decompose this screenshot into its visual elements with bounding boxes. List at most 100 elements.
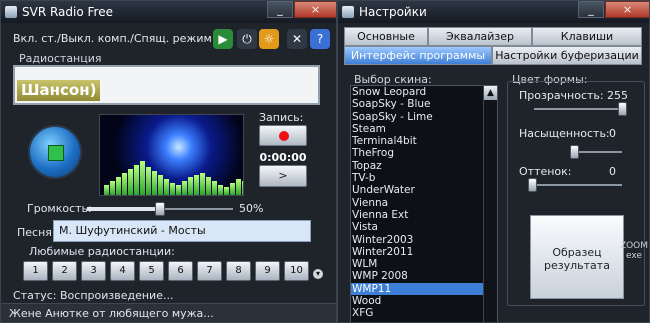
warning-icon[interactable]: ☼ (259, 29, 279, 49)
skin-item[interactable]: WLM (351, 258, 497, 270)
volume-label: Громкость: (27, 202, 92, 215)
favorite-button-3[interactable]: 3 (81, 261, 106, 281)
favorite-button-4[interactable]: 4 (110, 261, 135, 281)
settings-minimize-button[interactable]: _ (578, 1, 604, 18)
tools-icon[interactable]: ✕ (287, 29, 307, 49)
favorite-button-10[interactable]: 10 (284, 261, 309, 281)
bottom-text: Жене Анютке от любящего мужа... (1, 303, 336, 322)
tab-buffering[interactable]: Настройки буферизации (492, 46, 642, 65)
next-button[interactable]: > (259, 165, 307, 187)
visualizer-bar (110, 181, 115, 195)
favorites-row: 1 2 3 4 5 6 7 8 9 10 (23, 261, 309, 281)
visualizer-bar (134, 165, 139, 195)
skin-item[interactable]: Wood (351, 295, 497, 307)
favorite-button-7[interactable]: 7 (197, 261, 222, 281)
record-timer: 0:00:00 (259, 151, 307, 164)
volume-fill (87, 207, 160, 211)
settings-close-button[interactable]: × (605, 1, 649, 18)
saturation-slider[interactable] (570, 145, 622, 159)
skin-item[interactable]: Winter2003 (351, 234, 497, 246)
skins-scrollbar[interactable]: ▲ (483, 86, 497, 322)
scroll-up-icon[interactable]: ▲ (484, 86, 497, 100)
visualizer (99, 114, 244, 196)
skin-item[interactable]: WMP11 (351, 282, 497, 296)
visualizer-bar (116, 177, 121, 195)
volume-thumb[interactable] (155, 202, 165, 216)
favorite-button-9[interactable]: 9 (255, 261, 280, 281)
radio-window: SVR Radio Free _ × Вкл. ст./Выкл. комп./… (0, 0, 337, 323)
hue-slider[interactable] (528, 178, 622, 192)
record-label: Запись: (259, 111, 304, 124)
transparency-label: Прозрачность: (519, 89, 604, 102)
skins-list[interactable]: Snow Leopard SoapSky - Blue SoapSky - Lime… (350, 85, 498, 322)
settings-app-icon (342, 6, 354, 18)
app-icon (5, 6, 17, 18)
tabs-bottom-row: Интерфейс программы Настройки буферизаци… (338, 46, 649, 65)
skin-item[interactable]: Snow Leopard (351, 86, 497, 98)
visualizer-bar (218, 185, 223, 195)
tab-hotkeys[interactable]: Клавиши (532, 27, 642, 46)
skins-items: Snow Leopard SoapSky - Blue SoapSky - Lime… (351, 86, 497, 320)
favorite-button-1[interactable]: 1 (23, 261, 48, 281)
radio-title: SVR Radio Free (22, 5, 113, 19)
record-dot-icon (279, 131, 289, 141)
skin-item[interactable]: WMP 2008 (351, 270, 497, 282)
tab-interface[interactable]: Интерфейс программы (344, 46, 492, 65)
visualizer-bar (104, 185, 109, 195)
skin-item[interactable]: SoapSky - Lime (351, 111, 497, 123)
visualizer-bar (122, 173, 127, 195)
skin-item[interactable]: UnderWater (351, 184, 497, 196)
sample-result-button[interactable]: Образец результата (530, 215, 624, 299)
help-icon[interactable]: ? (310, 29, 330, 49)
visualizer-bar (242, 181, 243, 195)
volume-value: 50% (239, 202, 264, 215)
settings-window: Настройки _ × Основные Эквалайзер Клавиш… (337, 0, 650, 323)
transparency-thumb[interactable] (618, 102, 627, 116)
skin-item[interactable]: Terminal4bit (351, 135, 497, 147)
visualizer-bar (158, 175, 163, 195)
skin-item[interactable]: Steam (351, 123, 497, 135)
status-text: Статус: Воспроизведение... (13, 289, 174, 302)
visualizer-bar (212, 181, 217, 195)
skin-item[interactable]: SoapSky - Blue (351, 98, 497, 110)
favorite-button-6[interactable]: 6 (168, 261, 193, 281)
transparency-slider[interactable] (534, 102, 627, 116)
saturation-thumb[interactable] (570, 145, 579, 159)
skin-item[interactable]: TV-b (351, 172, 497, 184)
minimize-button[interactable]: _ (267, 1, 293, 18)
tab-basic[interactable]: Основные (344, 27, 428, 46)
skin-item[interactable]: Vista (351, 221, 497, 233)
favorite-button-2[interactable]: 2 (52, 261, 77, 281)
hue-value: 0 (609, 165, 616, 178)
favorite-button-8[interactable]: 8 (226, 261, 251, 281)
favorites-more-button[interactable]: ▾ (313, 269, 323, 279)
stop-icon (48, 145, 64, 161)
close-button[interactable]: × (294, 1, 336, 18)
skin-item[interactable]: Vienna Ext (351, 209, 497, 221)
green-play-icon[interactable]: ▶ (213, 29, 233, 49)
volume-slider[interactable] (87, 202, 233, 216)
power-icon[interactable]: ⏻ (237, 29, 257, 49)
visualizer-bar (224, 187, 229, 195)
visualizer-bar (188, 177, 193, 195)
settings-title: Настройки (359, 5, 427, 19)
favorites-label: Любимые радиостанции: (29, 245, 175, 258)
visualizer-bar (170, 183, 175, 195)
hue-thumb[interactable] (528, 178, 537, 192)
visualizer-bar (176, 185, 181, 195)
visualizer-bar (152, 171, 157, 195)
skin-item[interactable]: XFG (351, 307, 497, 319)
skin-item[interactable]: Winter2011 (351, 246, 497, 258)
favorite-button-5[interactable]: 5 (139, 261, 164, 281)
record-button[interactable] (259, 125, 307, 146)
mode-text: Вкл. ст./Выкл. комп./Спящ. режим (13, 31, 212, 45)
skin-item[interactable]: Vienna (351, 197, 497, 209)
visualizer-bar (140, 161, 145, 195)
song-field[interactable]: М. Шуфутинский - Мосты (53, 220, 311, 242)
stop-play-button[interactable] (28, 125, 82, 179)
station-name: Шансон) (17, 80, 101, 101)
skin-item[interactable]: Topaz (351, 160, 497, 172)
skin-item[interactable]: TheFrog (351, 147, 497, 159)
visualizer-bar (230, 183, 235, 195)
tab-equalizer[interactable]: Эквалайзер (428, 27, 532, 46)
